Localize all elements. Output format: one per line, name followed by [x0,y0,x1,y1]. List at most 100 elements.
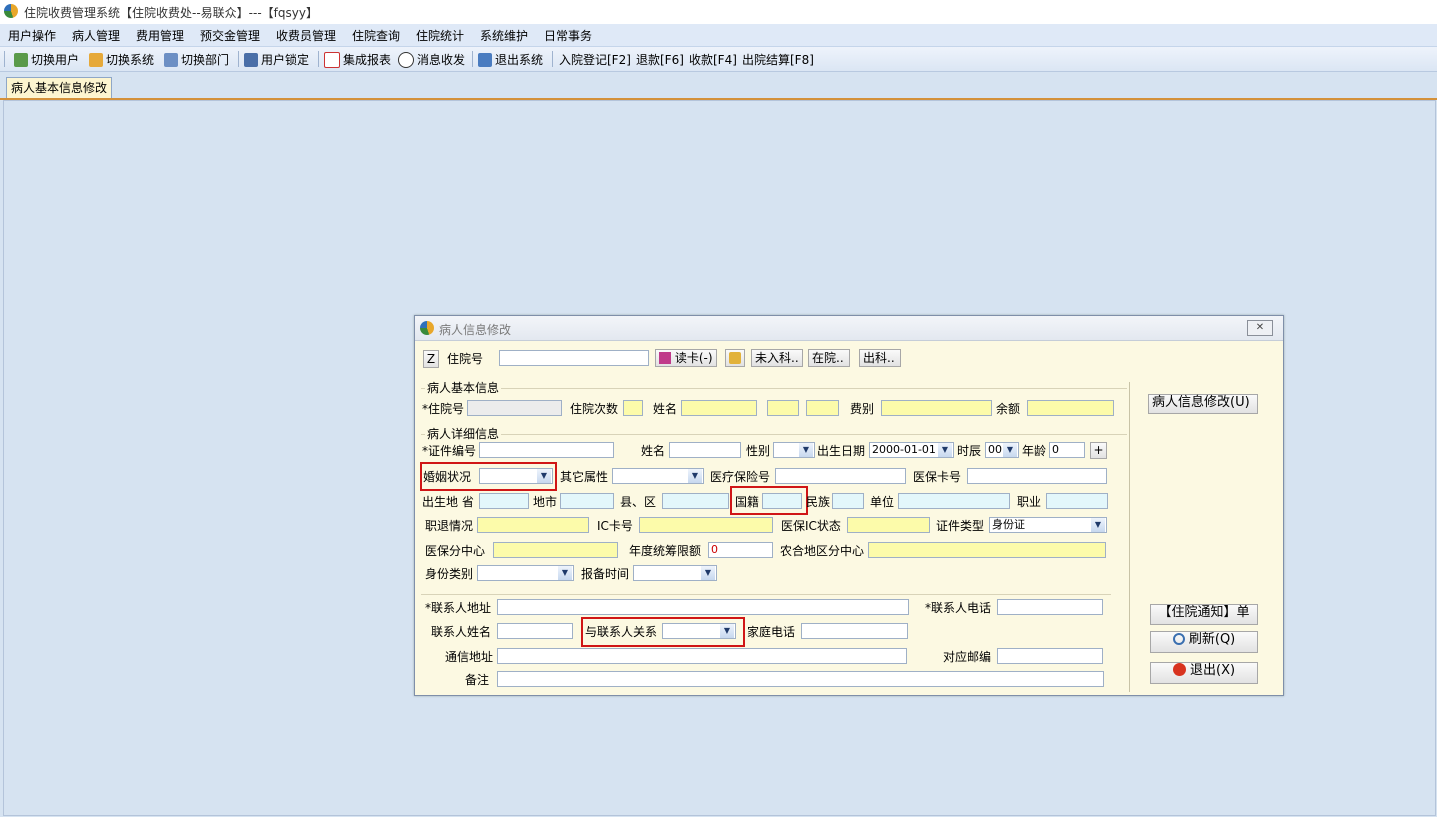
switch-system-button[interactable]: 切换系统 [89,51,154,68]
inpatient-no-label: 住院号 [447,352,484,366]
admission-times-field[interactable] [623,400,643,416]
tab-strip [0,72,1437,100]
annual-limit-field[interactable]: 0 [708,542,773,558]
contact-name-label: 联系人姓名 [431,625,492,639]
id-type-label: 证件类型 [936,519,985,533]
exit-system-button[interactable]: 退出系统 [478,51,543,68]
job-field[interactable] [1046,493,1108,509]
id-no-field[interactable] [479,442,614,458]
menu-fee[interactable]: 费用管理 [136,27,184,44]
read-card-button[interactable]: 读卡(-) [655,349,717,367]
report-icon [324,51,340,68]
detail-info-divider [421,434,1127,435]
exit-button[interactable]: 退出(X) [1150,662,1258,684]
ethnic-field[interactable] [832,493,864,509]
clear-button[interactable] [725,349,745,367]
close-icon[interactable]: ✕ [1247,320,1273,336]
tab-patient-basic-edit[interactable]: 病人基本信息修改 [6,77,113,98]
plus-button[interactable]: + [1090,442,1107,459]
id-type-select[interactable]: 身份证 [989,517,1107,533]
system-icon [89,52,103,67]
remark-field[interactable] [497,671,1104,687]
birth-hour-select[interactable]: 00 [985,442,1019,458]
broom-icon [729,352,741,364]
insurance-center-field[interactable] [493,542,618,558]
home-phone-field[interactable] [801,623,908,639]
identity-type-select[interactable] [477,565,574,581]
ic-card-field[interactable] [639,517,773,533]
lock-user-icon [244,52,258,67]
insurance-no-field[interactable] [775,468,906,484]
basic-extra-field-1[interactable] [767,400,799,416]
gender-select[interactable] [773,442,815,458]
info-icon [398,51,414,68]
collect-button[interactable]: 收款[F4] [689,51,737,68]
fee-type-field[interactable] [881,400,992,416]
title-bar: 住院收费管理系统【住院收费处--易联众】---【fqsyy】 [0,0,1437,24]
modify-patient-button[interactable]: 病人信息修改(U) [1148,394,1258,414]
out-dept-button[interactable]: 出科.. [859,349,901,367]
menu-patient[interactable]: 病人管理 [72,27,120,44]
menu-deposit[interactable]: 预交金管理 [200,27,260,44]
remark-label: 备注 [465,673,490,687]
basic-name-label: 姓名 [653,402,678,416]
county-field[interactable] [662,493,729,509]
lock-user-button[interactable]: 用户锁定 [244,51,309,68]
basic-inpatient-no-field[interactable] [467,400,562,416]
city-label: 地市 [533,495,558,509]
switch-user-button[interactable]: 切换用户 [14,51,79,68]
admit-button[interactable]: 入院登记[F2] [559,51,631,68]
basic-extra-field-2[interactable] [806,400,839,416]
postcode-field[interactable] [997,648,1103,664]
menu-stats[interactable]: 住院统计 [416,27,464,44]
insurance-card-label: 医保卡号 [913,470,962,484]
dialog-title: 病人信息修改 [439,323,512,337]
birth-date-picker[interactable]: 2000-01-01 [869,442,954,458]
menu-maintenance[interactable]: 系统维护 [480,27,528,44]
refresh-icon [1172,633,1185,645]
switch-dept-button[interactable]: 切换部门 [164,51,229,68]
refund-button[interactable]: 退款[F6] [636,51,684,68]
inpatient-no-search-input[interactable] [499,350,649,366]
report-button[interactable]: 集成报表 [324,51,391,68]
menu-daily[interactable]: 日常事务 [544,27,592,44]
fee-type-label: 费别 [850,402,875,416]
other-attr-select[interactable] [612,468,704,484]
insurance-card-field[interactable] [967,468,1107,484]
contact-address-field[interactable] [497,599,909,615]
detail-name-field[interactable] [669,442,741,458]
mail-address-field[interactable] [497,648,907,664]
age-stepper[interactable]: 0 [1049,442,1085,458]
report-time-label: 报备时间 [581,567,630,581]
menu-bar: 用户操作 病人管理 费用管理 预交金管理 收费员管理 住院查询 住院统计 系统维… [0,24,1437,47]
contact-phone-label: *联系人电话 [925,601,992,615]
city-field[interactable] [560,493,614,509]
retire-status-field[interactable] [477,517,589,533]
home-phone-label: 家庭电话 [747,625,796,639]
message-button[interactable]: 消息收发 [398,51,465,68]
admission-notice-button[interactable]: 【住院通知】单 [1150,604,1258,625]
basic-name-field[interactable] [681,400,757,416]
age-label: 年龄 [1022,444,1047,458]
z-button[interactable]: Z [423,350,439,368]
balance-field[interactable] [1027,400,1114,416]
not-in-dept-button[interactable]: 未入科.. [751,349,803,367]
menu-query[interactable]: 住院查询 [352,27,400,44]
ethnic-label: 民族 [806,495,831,509]
unit-field[interactable] [898,493,1010,509]
menu-user-ops[interactable]: 用户操作 [8,27,56,44]
contact-phone-field[interactable] [997,599,1103,615]
basic-info-divider [421,388,1127,389]
report-time-select[interactable] [633,565,717,581]
rural-center-field[interactable] [868,542,1106,558]
contact-name-field[interactable] [497,623,573,639]
menu-cashier[interactable]: 收费员管理 [276,27,336,44]
refresh-button[interactable]: 刷新(Q) [1150,631,1258,653]
retire-status-label: 职退情况 [425,519,474,533]
discharge-button[interactable]: 出院结算[F8] [742,51,814,68]
in-hospital-button[interactable]: 在院.. [808,349,850,367]
ic-status-field[interactable] [847,517,930,533]
insurance-center-label: 医保分中心 [425,544,486,558]
birthplace-province-field[interactable] [479,493,529,509]
app-logo-icon [4,4,18,18]
